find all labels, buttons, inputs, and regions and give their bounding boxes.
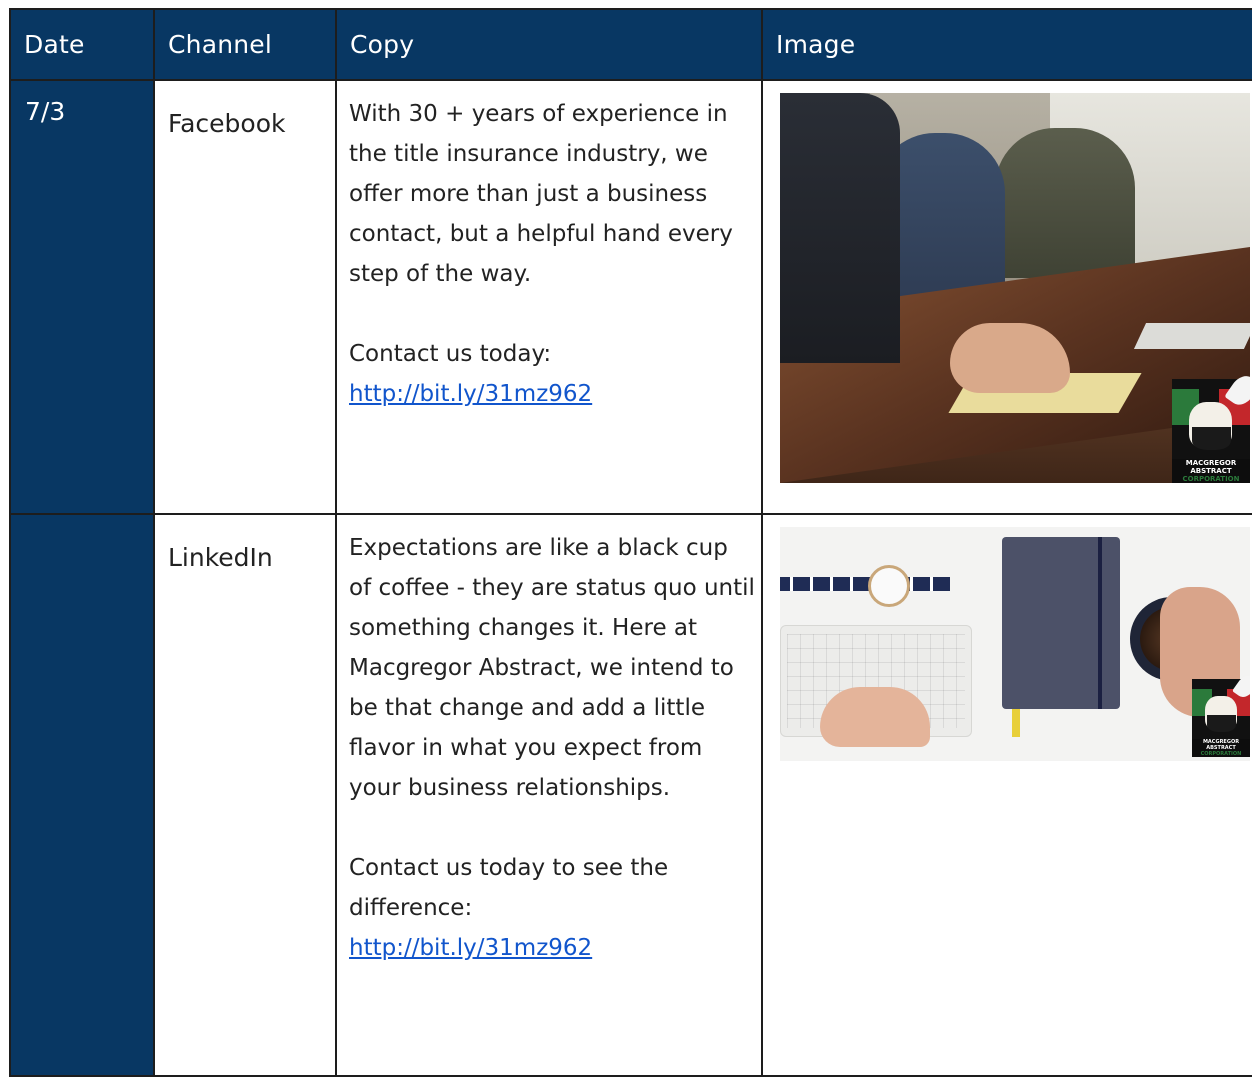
- table-row: 7/3 Facebook With 30 + years of experien…: [9, 79, 1252, 515]
- office-meeting-photo: MACGREGOR ABSTRACT CORPORATION: [780, 93, 1250, 483]
- content-calendar-sheet: Date Channel Copy Image 7/3 Facebook Wit…: [0, 0, 1252, 1077]
- table-row: LinkedIn Expectations are like a black c…: [9, 513, 1252, 1077]
- copy-cta: Contact us today:: [349, 341, 552, 367]
- macgregor-logo: MACGREGOR ABSTRACT CORPORATION: [1172, 371, 1250, 483]
- header-channel-label: Channel: [168, 29, 273, 59]
- date-value: [11, 515, 153, 531]
- copy-cta: Contact us today to see the difference:: [349, 855, 669, 921]
- header-channel: Channel: [153, 8, 337, 81]
- date-value: 7/3: [25, 97, 66, 126]
- content-calendar-table: Date Channel Copy Image 7/3 Facebook Wit…: [9, 8, 1252, 1077]
- image-cell: MACGREGOR ABSTRACT CORPORATION: [761, 513, 1252, 1077]
- header-image-label: Image: [776, 29, 856, 59]
- logo-line3: CORPORATION: [1182, 475, 1240, 483]
- header-date: Date: [9, 8, 155, 81]
- header-image: Image: [761, 8, 1252, 81]
- channel-cell: Facebook: [153, 79, 337, 515]
- channel-value: LinkedIn: [168, 543, 273, 572]
- copy-cell: Expectations are like a black cup of cof…: [335, 513, 763, 1077]
- header-copy-label: Copy: [350, 29, 415, 59]
- channel-cell: LinkedIn: [153, 513, 337, 1077]
- logo-line1: MACGREGOR: [1185, 459, 1237, 467]
- date-cell: 7/3: [9, 79, 155, 515]
- copy-paragraph: Expectations are like a black cup of cof…: [349, 535, 755, 801]
- header-date-label: Date: [24, 29, 85, 59]
- header-copy: Copy: [335, 8, 763, 81]
- table-header-row: Date Channel Copy Image: [9, 8, 1252, 81]
- logo-line3: CORPORATION: [1200, 751, 1242, 757]
- copy-cell: With 30 + years of experience in the tit…: [335, 79, 763, 515]
- copy-paragraph: With 30 + years of experience in the tit…: [349, 101, 733, 287]
- image-cell: MACGREGOR ABSTRACT CORPORATION: [761, 79, 1252, 515]
- macgregor-logo: MACGREGOR ABSTRACT CORPORATION: [1192, 672, 1250, 757]
- logo-line2: ABSTRACT: [1190, 467, 1232, 475]
- copy-link[interactable]: http://bit.ly/31mz962: [349, 381, 592, 407]
- channel-value: Facebook: [168, 109, 286, 138]
- desk-flatlay-photo: MACGREGOR ABSTRACT CORPORATION: [780, 527, 1250, 761]
- date-cell: [9, 513, 155, 1077]
- copy-link[interactable]: http://bit.ly/31mz962: [349, 935, 592, 961]
